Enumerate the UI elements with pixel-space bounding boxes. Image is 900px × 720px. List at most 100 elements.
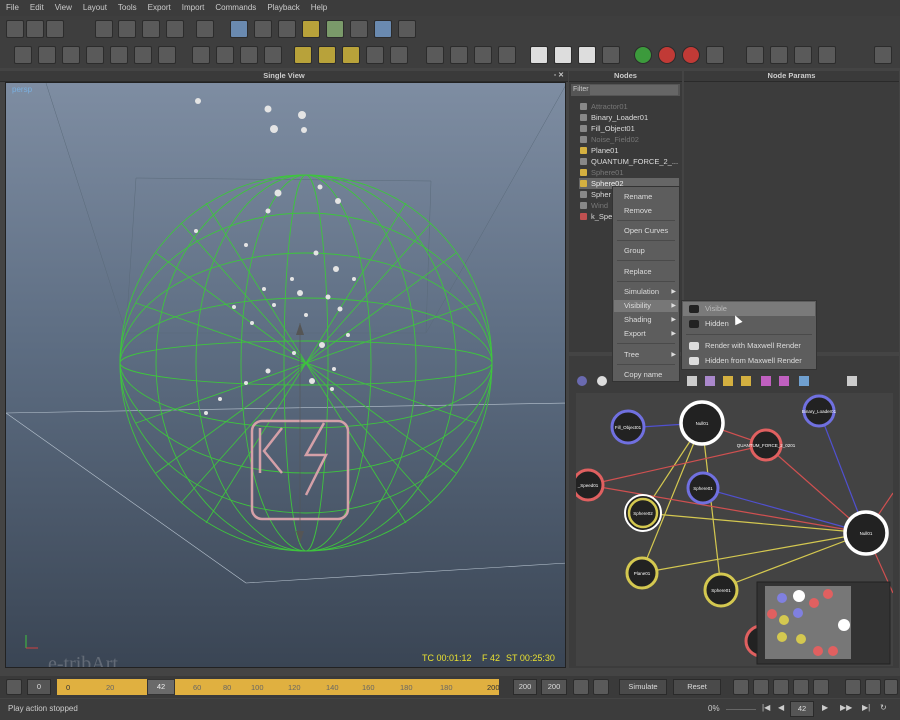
- view-left-icon[interactable]: [62, 46, 80, 64]
- solid-shading-icon[interactable]: [426, 46, 444, 64]
- menu-item-replace[interactable]: Replace: [614, 266, 678, 278]
- simulate-button[interactable]: Simulate: [619, 679, 667, 695]
- menu-commands[interactable]: Commands: [215, 3, 256, 12]
- menu-item-remove[interactable]: Remove: [614, 205, 678, 217]
- graph-tool-icon[interactable]: [741, 376, 751, 386]
- menu-layout[interactable]: Layout: [83, 3, 107, 12]
- submenu-item-visible[interactable]: Visible: [683, 302, 815, 316]
- new-file-icon[interactable]: [6, 20, 24, 38]
- graph-tool-icon[interactable]: [847, 376, 857, 386]
- play-green-icon[interactable]: [634, 46, 652, 64]
- box-outline-icon[interactable]: [554, 46, 572, 64]
- mesh-icon[interactable]: [294, 46, 312, 64]
- wave-icon[interactable]: [374, 20, 392, 38]
- submenu-item-hidden[interactable]: Hidden: [683, 317, 815, 331]
- texture-icon[interactable]: [318, 46, 336, 64]
- graph-tool-icon[interactable]: [761, 376, 771, 386]
- box-icon[interactable]: [302, 20, 320, 38]
- render-icon[interactable]: [366, 46, 384, 64]
- step-back-icon[interactable]: ◀: [778, 703, 784, 712]
- menu-item-simulation[interactable]: Simulation ▶: [614, 286, 678, 298]
- submenu-item-render-maxwell[interactable]: Render with Maxwell Render: [683, 339, 815, 353]
- menu-import[interactable]: Import: [182, 3, 205, 12]
- step-forward-icon[interactable]: ▶: [822, 703, 828, 712]
- sparkle-icon[interactable]: [793, 679, 809, 695]
- go-start-icon[interactable]: |◀: [762, 703, 770, 712]
- open-folder-icon[interactable]: [26, 20, 44, 38]
- view-toggle-icon[interactable]: [753, 679, 769, 695]
- menu-item-open-curves[interactable]: Open Curves: [614, 225, 678, 237]
- bake-icon[interactable]: [593, 679, 609, 695]
- select-icon[interactable]: [845, 679, 861, 695]
- max-frame-field[interactable]: 200: [541, 679, 567, 695]
- menu-edit[interactable]: Edit: [30, 3, 44, 12]
- node-fill-object01[interactable]: Fill_Object01: [579, 123, 635, 134]
- save-icon[interactable]: [46, 20, 64, 38]
- points-icon[interactable]: [240, 46, 258, 64]
- keyframe-icon[interactable]: [573, 679, 589, 695]
- particles-icon[interactable]: [254, 20, 272, 38]
- view-side-icon[interactable]: [158, 46, 176, 64]
- 3d-viewport[interactable]: persp e-tribArt TC 00:01:12 F 42 ST 00:2…: [5, 82, 566, 668]
- stop-red-icon[interactable]: [682, 46, 700, 64]
- node-graph[interactable]: Fill_Object01 Null01 Binary_Loader01 QUA…: [576, 393, 893, 666]
- speed-icon[interactable]: [818, 46, 836, 64]
- node-plane01[interactable]: Plane01: [579, 145, 619, 156]
- menu-file[interactable]: File: [6, 3, 19, 12]
- frame-field[interactable]: 42: [790, 701, 814, 717]
- camera-icon[interactable]: [38, 46, 56, 64]
- gear-icon[interactable]: [264, 46, 282, 64]
- particle-icon[interactable]: [813, 679, 829, 695]
- node-attractor01[interactable]: Attractor01: [579, 101, 628, 112]
- move-icon[interactable]: [118, 20, 136, 38]
- record-red-icon[interactable]: [658, 46, 676, 64]
- viewport-close-icon[interactable]: ▫ ✕: [554, 71, 564, 81]
- rotate-icon[interactable]: [142, 20, 160, 38]
- cache-icon[interactable]: [770, 46, 788, 64]
- menu-tools[interactable]: Tools: [118, 3, 137, 12]
- node-quantum-force[interactable]: QUANTUM_FORCE_2_...: [579, 156, 678, 167]
- select-arrow-icon[interactable]: [95, 20, 113, 38]
- loop-icon[interactable]: ↻: [880, 703, 887, 712]
- start-frame-field[interactable]: 0: [27, 679, 51, 695]
- menu-view[interactable]: View: [55, 3, 72, 12]
- menu-item-rename[interactable]: Rename: [614, 191, 678, 203]
- graph-tool-icon[interactable]: [723, 376, 733, 386]
- hourglass-icon[interactable]: [390, 46, 408, 64]
- scale-icon[interactable]: [166, 20, 184, 38]
- filter-input[interactable]: [590, 85, 678, 95]
- view-right-icon[interactable]: [86, 46, 104, 64]
- graph-tool-icon[interactable]: [705, 376, 715, 386]
- box-solid-icon[interactable]: [578, 46, 596, 64]
- node-sphere01[interactable]: Sphere01: [579, 167, 624, 178]
- end-frame-field[interactable]: 200: [513, 679, 537, 695]
- sim-settings-icon[interactable]: [733, 679, 749, 695]
- menu-export[interactable]: Export: [148, 3, 171, 12]
- tree-icon[interactable]: [278, 20, 296, 38]
- bbox-icon[interactable]: [602, 46, 620, 64]
- sphere-icon[interactable]: [216, 46, 234, 64]
- timeline-slider[interactable]: [57, 679, 499, 695]
- submenu-item-hidden-maxwell[interactable]: Hidden from Maxwell Render: [683, 354, 815, 368]
- graph-tool-icon[interactable]: [577, 376, 587, 386]
- menu-item-visibility[interactable]: Visibility ▶: [614, 300, 678, 312]
- graph-tool-icon[interactable]: [597, 376, 607, 386]
- eye-icon[interactable]: [773, 679, 789, 695]
- view-top-icon[interactable]: [110, 46, 128, 64]
- cube-icon[interactable]: [230, 20, 248, 38]
- node-binary-loader01[interactable]: Binary_Loader01: [579, 112, 648, 123]
- points-shading-icon[interactable]: [474, 46, 492, 64]
- go-end-icon[interactable]: ▶|: [862, 703, 870, 712]
- emitter-icon[interactable]: [326, 20, 344, 38]
- maxwell-icon[interactable]: [874, 46, 892, 64]
- move-tool-icon[interactable]: [865, 679, 881, 695]
- menu-help[interactable]: Help: [311, 3, 327, 12]
- light-icon[interactable]: [192, 46, 210, 64]
- timeline-current-frame[interactable]: 42: [147, 679, 175, 695]
- menu-item-export[interactable]: Export ▶: [614, 328, 678, 340]
- box-white-icon[interactable]: [530, 46, 548, 64]
- capture-icon[interactable]: [706, 46, 724, 64]
- node-spher[interactable]: Spher: [579, 189, 611, 200]
- sim-icon[interactable]: [746, 46, 764, 64]
- axis-icon[interactable]: [196, 20, 214, 38]
